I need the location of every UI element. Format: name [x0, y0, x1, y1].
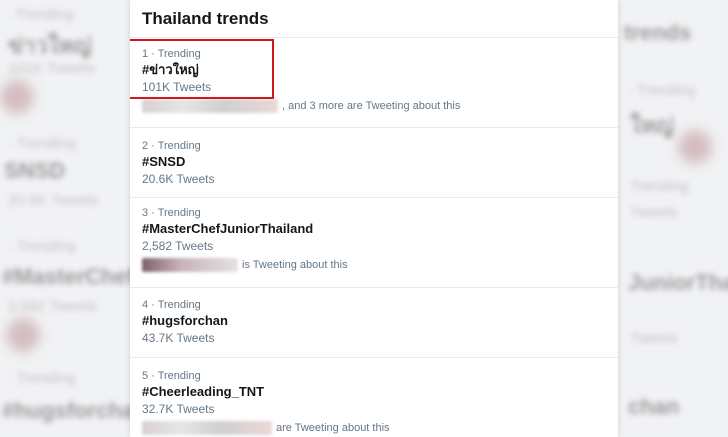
trend-tweet-count: 20.6K Tweets — [142, 172, 215, 186]
tweeting-about-text: is Tweeting about this — [242, 259, 348, 271]
trends-panel: Thailand trends 1 · Trending #ข่าวใหญ่ 1… — [130, 0, 618, 437]
trend-item-3[interactable]: 3 · Trending #MasterChefJuniorThailand 2… — [130, 198, 618, 288]
tweeting-about-line: are Tweeting about this — [142, 421, 606, 435]
blurred-background-left: · Trending ข่าวใหญ่ 101K Tweets · Trendi… — [0, 0, 130, 437]
trend-hashtag[interactable]: #MasterChefJuniorThailand — [142, 220, 606, 238]
trend-meta: 4 · Trending — [142, 299, 201, 311]
trend-tweet-count: 43.7K Tweets — [142, 331, 215, 345]
trend-hashtag[interactable]: #hugsforchan — [142, 312, 606, 330]
blurred-usernames — [142, 99, 278, 113]
trend-tweet-count: 2,582 Tweets — [142, 239, 214, 253]
tweeting-about-text: , and 3 more are Tweeting about this — [282, 100, 461, 112]
tweeting-about-line: is Tweeting about this — [142, 258, 606, 272]
trend-meta: 3 · Trending — [142, 207, 201, 219]
trend-hashtag[interactable]: #Cheerleading_TNT — [142, 383, 606, 401]
trend-hashtag[interactable]: #SNSD — [142, 153, 606, 171]
red-highlight-box — [130, 39, 274, 99]
blurred-usernames — [142, 421, 272, 435]
trend-item-1[interactable]: 1 · Trending #ข่าวใหญ่ 101K Tweets , and… — [130, 38, 618, 128]
tweeting-about-line: , and 3 more are Tweeting about this — [142, 99, 606, 113]
trend-meta: 2 · Trending — [142, 140, 201, 152]
trend-meta: 5 · Trending — [142, 370, 201, 382]
trend-tweet-count: 32.7K Tweets — [142, 402, 215, 416]
blurred-background-right: trends · Trending ใหญ่ Trending Tweets J… — [618, 0, 728, 437]
blurred-usernames — [142, 258, 238, 272]
trend-item-5[interactable]: 5 · Trending #Cheerleading_TNT 32.7K Twe… — [130, 358, 618, 437]
trend-item-2[interactable]: 2 · Trending #SNSD 20.6K Tweets — [130, 128, 618, 198]
panel-title: Thailand trends — [130, 0, 618, 38]
tweeting-about-text: are Tweeting about this — [276, 422, 390, 434]
trend-item-4[interactable]: 4 · Trending #hugsforchan 43.7K Tweets — [130, 288, 618, 358]
